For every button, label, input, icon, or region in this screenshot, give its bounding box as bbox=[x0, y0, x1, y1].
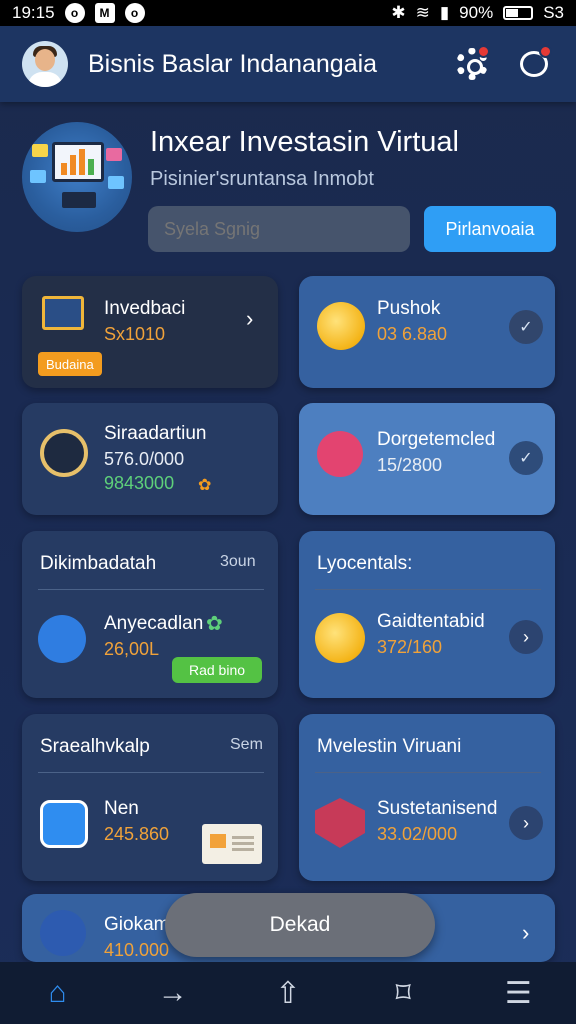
carrier-label: S3 bbox=[543, 3, 564, 22]
edit-pen-icon bbox=[40, 800, 88, 848]
card-mvelestin[interactable]: Mvelestin Viruani Sustetanisend 33.02/00… bbox=[299, 714, 555, 881]
chevron-right-icon[interactable]: › bbox=[509, 620, 543, 654]
card-value: 15/2800 bbox=[377, 455, 443, 475]
nav-menu-icon[interactable]: ☰ bbox=[488, 968, 548, 1018]
wifi-icon: ≋ bbox=[415, 3, 430, 22]
top-app-bar: Bisnis Baslar Indanangaia bbox=[0, 26, 576, 102]
status-time: 19:15 bbox=[12, 3, 55, 22]
hero-title: Inxear Investasin Virtual bbox=[150, 126, 459, 158]
battery-icon bbox=[503, 6, 534, 20]
toast-message[interactable]: Dekad bbox=[165, 893, 435, 957]
section-meta: Sem bbox=[230, 736, 263, 753]
bluetooth-icon: ✱ bbox=[391, 3, 406, 22]
card-value: 03 6.8a0 bbox=[377, 324, 448, 344]
divider bbox=[315, 589, 541, 590]
nav-share-icon[interactable]: ⇧ bbox=[258, 968, 318, 1018]
notification-badge bbox=[539, 45, 552, 58]
section-meta: 3oun bbox=[220, 553, 256, 570]
chevron-right-icon[interactable]: › bbox=[509, 806, 543, 840]
card-value-secondary: 9843000 bbox=[104, 473, 175, 493]
card-title: Invedbaci bbox=[104, 298, 186, 319]
card-siraadartiun[interactable]: Siraadartiun 576.0/000 9843000 ✿ bbox=[22, 403, 278, 515]
settings-button[interactable] bbox=[452, 44, 492, 84]
document-icon bbox=[202, 824, 262, 864]
compass-icon bbox=[40, 429, 88, 477]
chevron-right-icon: › bbox=[246, 306, 254, 331]
card-sraealhvkalp[interactable]: Sraealhvkalp Sem Nen 245.860 bbox=[22, 714, 278, 881]
card-title: Nen bbox=[104, 798, 139, 819]
flower-icon: ✿ bbox=[198, 477, 212, 494]
divider bbox=[38, 589, 264, 590]
status-badge: Budaina bbox=[38, 352, 102, 376]
card-value: 26,00L bbox=[104, 639, 160, 659]
card-value: 372/160 bbox=[377, 637, 443, 657]
card-lyocentals[interactable]: Lyocentals: Gaidtentabid 372/160 › bbox=[299, 531, 555, 698]
investment-illustration-icon bbox=[22, 122, 132, 232]
card-pushok[interactable]: Pushok 03 6.8a0 ✓ bbox=[299, 276, 555, 388]
card-title: Siraadartiun bbox=[104, 423, 207, 444]
target-icon bbox=[317, 431, 363, 477]
chart-monitor-icon bbox=[42, 296, 84, 330]
app-notification-icon: o bbox=[64, 3, 85, 23]
battery-percent: 90% bbox=[459, 3, 494, 22]
coin-icon bbox=[315, 613, 365, 663]
circle-notification-icon: o bbox=[124, 3, 145, 23]
section-heading: Dikimbadatah bbox=[40, 553, 157, 574]
check-icon[interactable]: ✓ bbox=[509, 441, 543, 475]
chart-arrow-icon bbox=[38, 615, 86, 663]
card-title: Pushok bbox=[377, 298, 441, 319]
card-title: Dorgetemcled bbox=[377, 429, 496, 450]
avatar[interactable] bbox=[22, 41, 68, 87]
nav-forward-icon[interactable]: → bbox=[143, 968, 203, 1018]
signal-icon: ▮ bbox=[439, 3, 450, 22]
bottom-nav: ⌂ → ⇧ ⌑ ☰ bbox=[0, 962, 576, 1024]
chevron-right-icon[interactable]: › bbox=[522, 920, 529, 946]
card-title: Gaidtentabid bbox=[377, 611, 485, 632]
card-invedbaci[interactable]: Invedbaci Sx1010 Budaina › bbox=[22, 276, 278, 388]
card-title: Giokam bbox=[104, 914, 170, 935]
section-heading: Lyocentals: bbox=[317, 553, 413, 574]
divider bbox=[38, 772, 264, 773]
action-button[interactable]: Rad bino bbox=[172, 657, 262, 683]
search-input[interactable] bbox=[148, 206, 410, 252]
card-value: 33.02/000 bbox=[377, 824, 458, 844]
status-bar: 19:15 o M o ✱ ≋ ▮ 90% S3 bbox=[0, 0, 576, 26]
coin-icon bbox=[317, 302, 365, 350]
card-dorgetemcled[interactable]: Dorgetemcled 15/2800 ✓ bbox=[299, 403, 555, 515]
card-value: 245.860 bbox=[104, 824, 170, 844]
section-heading: Sraealhvkalp bbox=[40, 736, 150, 757]
notification-badge bbox=[477, 45, 490, 58]
nav-bookmark-icon[interactable]: ⌑ bbox=[373, 968, 433, 1018]
card-value: Sx1010 bbox=[104, 324, 166, 344]
shield-icon bbox=[315, 798, 365, 848]
divider bbox=[315, 772, 541, 773]
mail-notification-icon: M bbox=[94, 3, 115, 23]
hero-subtitle: Pisinier'sruntansa Inmobt bbox=[150, 168, 374, 190]
card-value: 410.000 bbox=[104, 940, 170, 960]
card-title: Sustetanisend bbox=[377, 798, 498, 819]
chat-button[interactable] bbox=[514, 44, 554, 84]
app-title: Bisnis Baslar Indanangaia bbox=[88, 49, 378, 78]
card-title: Anyecadlan bbox=[104, 613, 204, 634]
gear-badge-icon: ✿ bbox=[206, 613, 223, 635]
card-value: 576.0/000 bbox=[104, 449, 185, 469]
card-dikimbadatah[interactable]: Dikimbadatah 3oun Anyecadlan 26,00L ✿ Ra… bbox=[22, 531, 278, 698]
nav-home-icon[interactable]: ⌂ bbox=[28, 968, 88, 1018]
check-icon[interactable]: ✓ bbox=[509, 310, 543, 344]
primary-action-button[interactable]: Pirlanvoaia bbox=[424, 206, 556, 252]
section-heading: Mvelestin Viruani bbox=[317, 736, 462, 757]
hero-section: Inxear Investasin Virtual Pisinier'srunt… bbox=[0, 102, 576, 262]
plane-icon bbox=[40, 910, 86, 956]
